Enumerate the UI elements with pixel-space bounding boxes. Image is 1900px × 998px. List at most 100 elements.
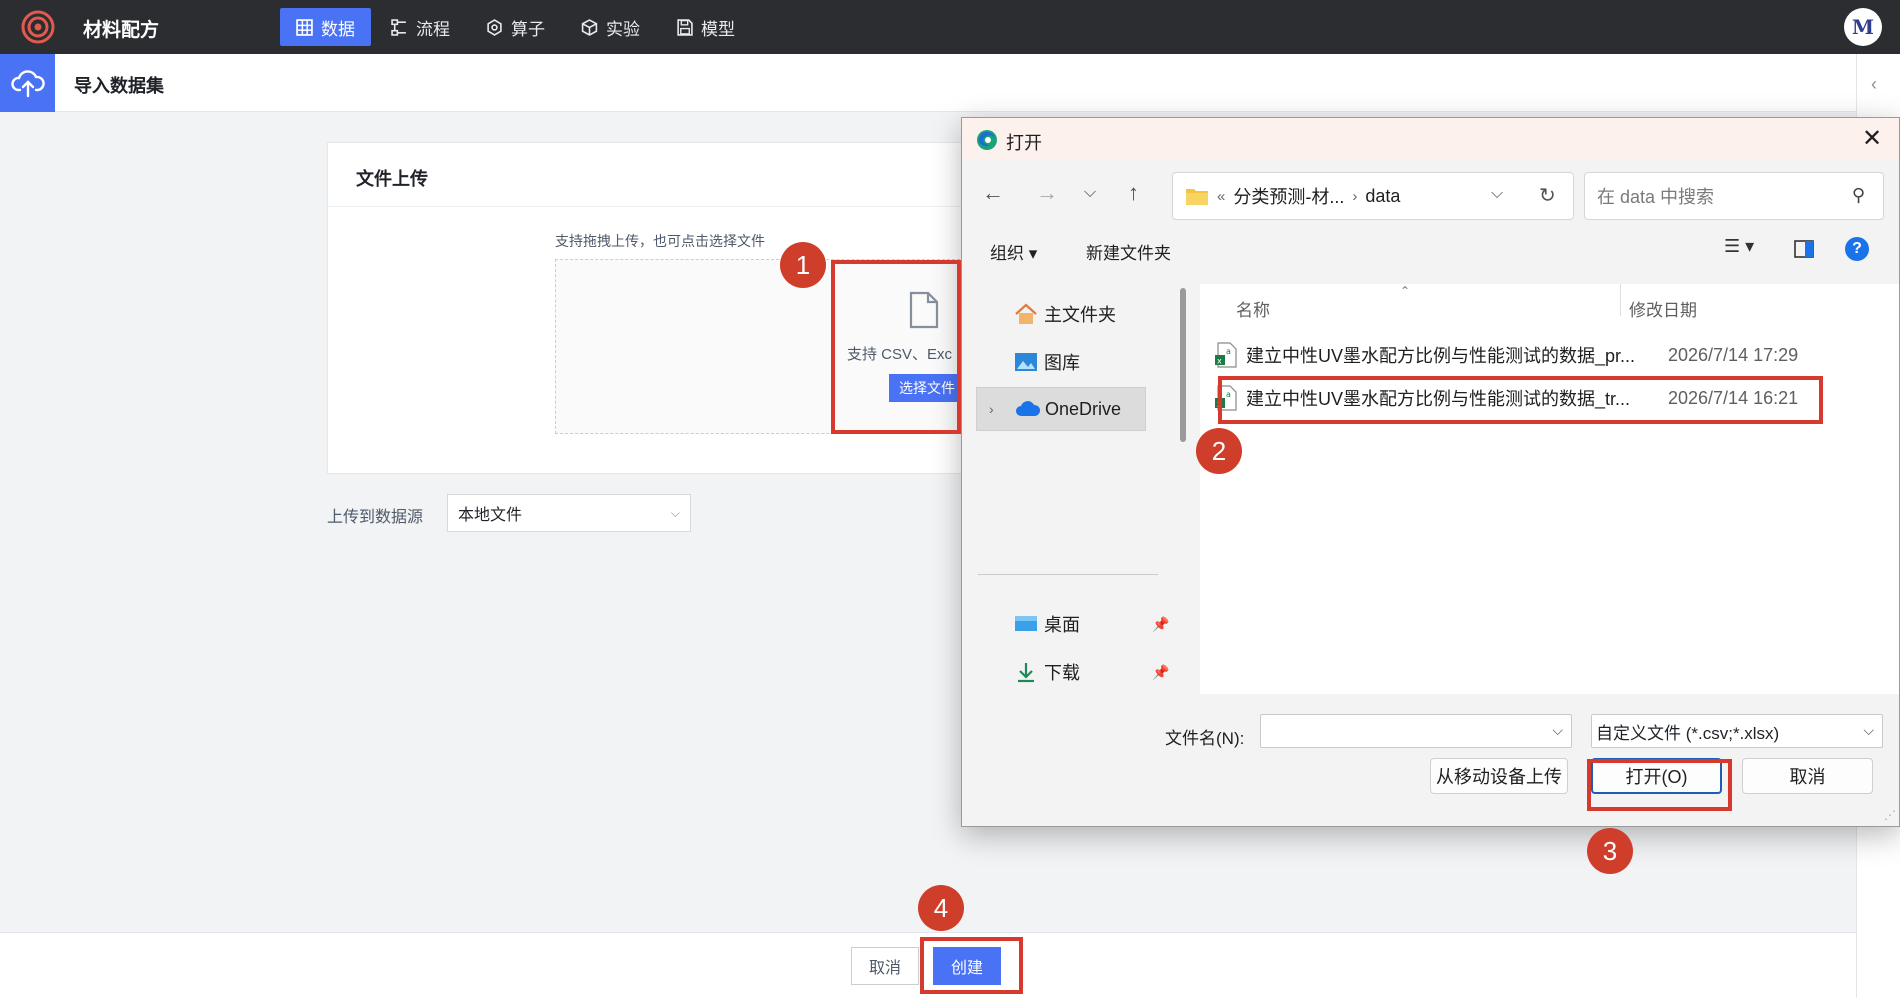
create-button[interactable]: 创建 [933,947,1001,985]
nav-model[interactable]: 模型 [660,8,751,46]
svg-text:a: a [1226,390,1231,399]
address-separator: › [1352,187,1358,205]
data-source-select[interactable]: 本地文件 ⌵ [447,494,691,532]
address-dropdown-icon[interactable]: ⌵ [1491,185,1503,203]
filename-input[interactable]: ⌵ [1260,714,1572,748]
refresh-icon[interactable]: ↻ [1539,183,1556,208]
nav-data-label: 数据 [321,19,355,39]
nav-operator[interactable]: 算子 [470,8,561,46]
preview-pane-icon[interactable] [1794,240,1814,258]
chevron-down-icon: ⌵ [1863,722,1874,738]
choose-file-button[interactable]: 选择文件 [889,374,965,402]
file-row[interactable]: x a 建立中性UV墨水配方比例与性能测试的数据_pr... 2026/7/14… [1214,336,1894,374]
search-input[interactable]: 在 data 中搜索 ⚲ [1584,172,1884,220]
file-row[interactable]: x a 建立中性UV墨水配方比例与性能测试的数据_tr... 2026/7/14… [1214,379,1894,417]
nav-item-onedrive[interactable]: › OneDrive [976,387,1146,431]
save-icon [677,18,693,36]
collapse-chevron-icon[interactable]: ‹ [1871,74,1877,95]
table-icon [296,18,313,36]
pin-icon[interactable]: 📌 [1152,664,1169,681]
resize-grip-icon[interactable]: ⋰ [1884,808,1896,822]
new-folder-button[interactable]: 新建文件夹 [1086,239,1171,264]
pin-icon[interactable]: 📌 [1152,616,1169,633]
excel-file-icon: x a [1215,385,1237,411]
filetype-value: 自定义文件 (*.csv;*.xlsx) [1596,723,1780,743]
dialog-nav-pane: 主文件夹 图库 › OneDrive 桌面 📌 下载 📌 [962,284,1172,731]
flow-icon [391,18,406,36]
data-source-value: 本地文件 [458,507,523,524]
page-icon-badge [0,54,55,112]
column-header-modified[interactable]: 修改日期 [1629,296,1697,321]
dialog-title: 打开 [1006,133,1042,153]
nav-operator-label: 算子 [511,19,545,39]
help-icon[interactable]: ? [1845,237,1869,261]
organize-menu[interactable]: 组织 ▾ [990,239,1037,264]
folder-icon [1186,189,1208,205]
excel-file-icon: x a [1215,342,1237,368]
view-options-icon[interactable]: ☰ ▾ [1724,236,1754,257]
svg-text:x: x [1217,357,1222,366]
nav-item-label: 图库 [1044,353,1080,373]
recent-dropdown-icon[interactable]: ⌵ [1084,184,1096,202]
nav-data[interactable]: 数据 [280,8,371,46]
column-header-name[interactable]: 名称 [1236,296,1270,321]
operator-icon [487,18,502,36]
expand-chevron-icon[interactable]: › [989,401,994,417]
nav-item-label: 主文件夹 [1044,305,1116,325]
nav-item-downloads[interactable]: 下载 📌 [976,650,1169,694]
chevron-down-icon: ⌵ [670,505,680,520]
annotation-badge-4: 4 [918,885,964,931]
nav-experiment[interactable]: 实验 [565,8,656,46]
upload-from-mobile-button[interactable]: 从移动设备上传 [1430,758,1568,794]
nav-divider [978,574,1158,575]
nav-item-label: OneDrive [1045,398,1122,419]
desktop-icon [1014,613,1040,635]
file-list: ⌃ 名称 修改日期 x a 建立中性UV墨水配方比例与性能测试的数据_pr...… [1200,284,1899,805]
user-avatar[interactable]: M [1844,8,1882,46]
search-icon: ⚲ [1851,185,1865,205]
dialog-bottom: 文件名(N): ⌵ 自定义文件 (*.csv;*.xlsx) ⌵ 从移动设备上传… [962,694,1899,826]
file-modified: 2026/7/14 16:21 [1668,387,1799,408]
svg-text:x: x [1217,400,1222,409]
filetype-select[interactable]: 自定义文件 (*.csv;*.xlsx) ⌵ [1591,714,1883,748]
support-formats-text: 支持 CSV、Exc [847,346,953,363]
chevron-down-icon[interactable]: ⌵ [1552,722,1563,739]
nav-item-desktop[interactable]: 桌面 📌 [976,602,1169,646]
top-navbar: 材料配方 数据 流程 算子 实验 模型 M [0,0,1900,54]
forward-arrow-icon[interactable]: → [1036,180,1058,206]
nav-item-gallery[interactable]: 图库 [976,340,1146,384]
dialog-command-bar: 组织 ▾ 新建文件夹 ☰ ▾ ? [962,224,1899,276]
close-icon[interactable]: ✕ [1862,124,1882,153]
page-header: 导入数据集 [0,54,1856,112]
address-crumb-parent[interactable]: 分类预测-材... [1233,183,1344,209]
file-modified: 2026/7/14 17:29 [1668,344,1799,365]
nav-item-label: 下载 [1044,663,1080,683]
card-title: 文件上传 [356,169,428,189]
up-arrow-icon[interactable]: ↑ [1128,180,1139,206]
file-name: 建立中性UV墨水配方比例与性能测试的数据_tr... [1246,389,1631,409]
annotation-badge-1: 1 [780,242,826,288]
address-crumb-current[interactable]: data [1365,186,1400,207]
open-button[interactable]: 打开(O) [1591,758,1722,794]
address-bar[interactable]: « 分类预测-材... › data ⌵ ↻ [1172,172,1574,220]
dialog-toolbar: ← → ⌵ ↑ « 分类预测-材... › data ⌵ ↻ 在 data 中搜… [962,160,1899,224]
nav-item-home[interactable]: 主文件夹 [976,292,1146,336]
back-arrow-icon[interactable]: ← [982,180,1004,206]
column-divider[interactable] [1620,284,1621,316]
open-file-dialog: 打开 ✕ ← → ⌵ ↑ « 分类预测-材... › data ⌵ ↻ 在 da… [961,117,1900,827]
dialog-cancel-button[interactable]: 取消 [1742,758,1873,794]
cube-icon [581,18,598,36]
cancel-button[interactable]: 取消 [851,947,919,985]
app-logo-icon[interactable] [20,9,56,45]
search-placeholder: 在 data 中搜索 [1597,187,1715,207]
footer-bar [0,932,1856,998]
filename-label: 文件名(N): [1165,729,1245,748]
edge-browser-icon [977,130,997,150]
data-source-label: 上传到数据源 [327,509,424,526]
app-title: 材料配方 [83,20,160,41]
nav-flow-label: 流程 [416,19,450,39]
file-icon [909,291,939,329]
nav-model-label: 模型 [701,19,735,39]
nav-scrollbar[interactable] [1180,288,1186,442]
nav-flow[interactable]: 流程 [375,8,466,46]
